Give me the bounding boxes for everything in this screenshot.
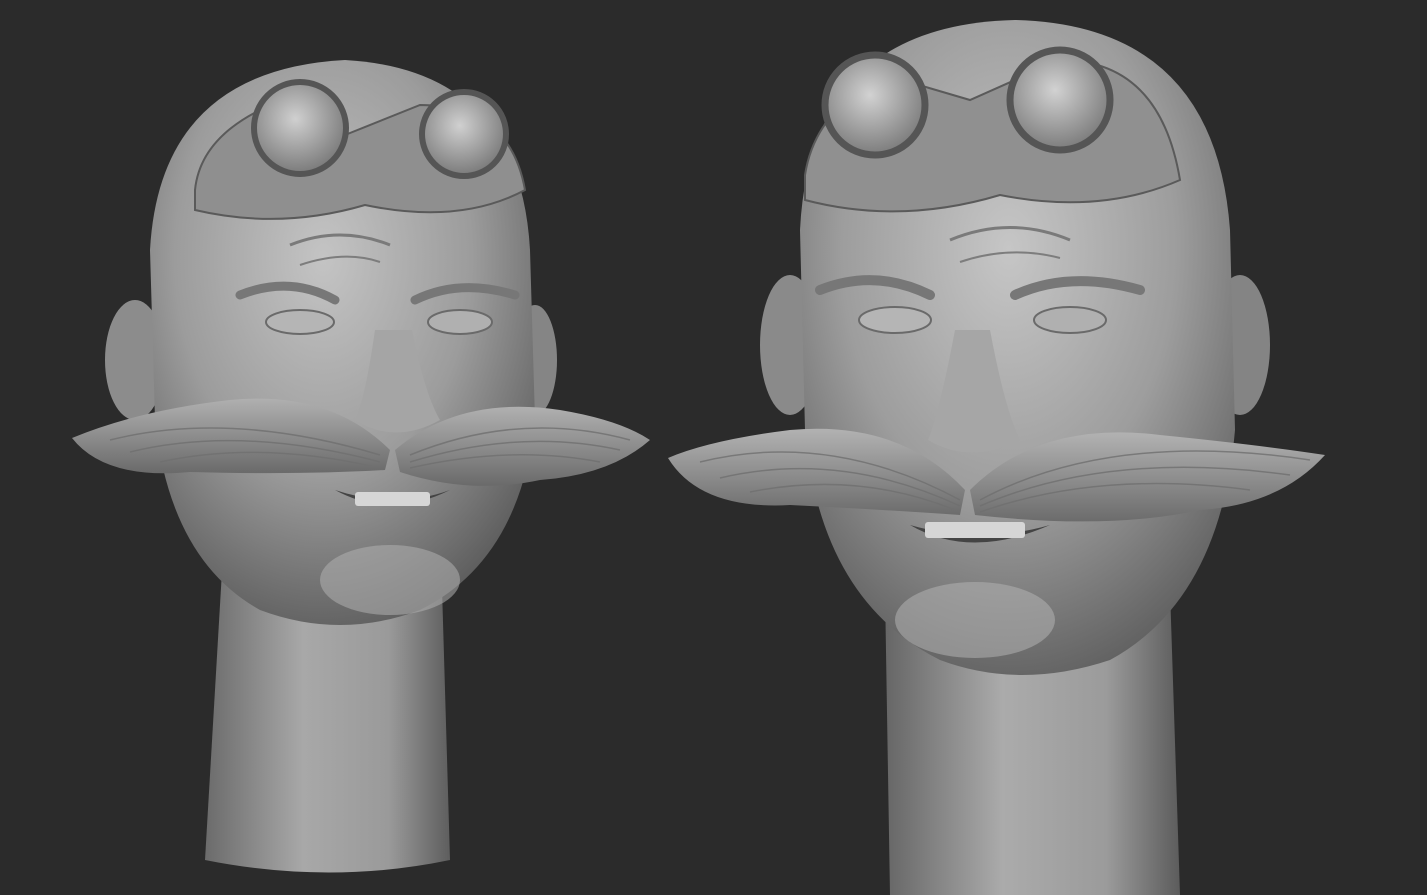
goggle-lens-right [419, 89, 509, 179]
teeth [925, 522, 1025, 538]
left-eye [265, 309, 335, 335]
head-render-front [0, 0, 714, 895]
goggle-lens-left [251, 79, 349, 177]
sculpt-head-icon [668, 20, 1325, 895]
goggle-lens-left [821, 51, 929, 159]
left-eye [858, 306, 932, 334]
goggle-lens-right [1006, 46, 1114, 154]
sculpt-viewport [0, 0, 1427, 895]
right-eye [427, 309, 493, 335]
teeth [355, 492, 430, 506]
right-eye [1033, 306, 1107, 334]
sculpt-head-icon [72, 60, 650, 873]
head-render-closeup [640, 0, 1427, 895]
